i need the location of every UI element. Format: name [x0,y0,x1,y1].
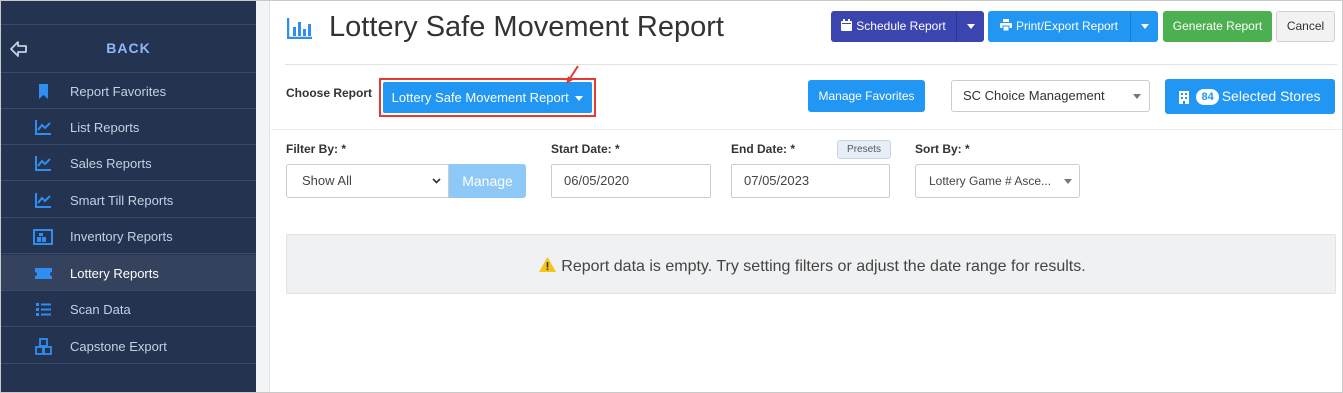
sidebar-item-report-favorites[interactable]: Report Favorites [1,73,256,109]
sidebar-gutter [256,1,270,392]
line-chart-icon [35,120,51,135]
choose-report-label: Choose Report [286,86,373,100]
manage-filter-button[interactable]: Manage [449,164,526,198]
store-group-select[interactable]: SC Choice Management [951,80,1150,112]
selected-report-label: Lottery Safe Movement Report [391,90,569,105]
sidebar-item-smart-till-reports[interactable]: Smart Till Reports [1,182,256,218]
manage-favorites-button[interactable]: Manage Favorites [808,80,925,112]
caret-down-icon [1140,24,1149,30]
empty-report-message-row: Report data is empty. Try setting filter… [287,256,1337,276]
filter-by-value: Show All [302,173,352,188]
sidebar-item-sales-reports[interactable]: Sales Reports [1,145,256,181]
generate-report-button[interactable]: Generate Report [1163,11,1272,42]
schedule-report-dropdown[interactable] [956,11,984,42]
bookmark-icon [39,84,48,99]
warning-icon [539,257,557,272]
filter-by-label: Filter By: * [286,142,347,156]
sidebar-item-lottery-reports[interactable]: Lottery Reports [1,255,256,291]
sidebar-item-label: Scan Data [70,302,131,317]
header-divider [285,64,1337,65]
warehouse-icon [33,229,53,245]
sidebar-item-label: Capstone Export [70,339,167,354]
caret-down-icon [575,96,584,102]
print-export-button[interactable]: Print/Export Report [988,11,1158,42]
building-icon [1179,90,1190,104]
app-window: BACK Report Favorites List Reports Sales… [0,0,1343,393]
printer-icon [999,19,1012,32]
selected-stores-button[interactable]: 84 Selected Stores [1165,79,1335,114]
caret-down-icon [1133,94,1141,99]
schedule-report-button[interactable]: Schedule Report [831,11,984,42]
ticket-icon [35,268,52,279]
bar-chart-icon [287,18,312,39]
sidebar-item-label: List Reports [70,120,140,135]
main-content: Lottery Safe Movement Report Schedule Re… [271,1,1342,392]
presets-button[interactable]: Presets [837,140,891,159]
start-date-label: Start Date: * [551,142,620,156]
empty-report-message: Report data is empty. Try setting filter… [561,258,1086,275]
selected-stores-label: Selected Stores [1221,88,1321,104]
sidebar-top-stub [1,1,256,25]
list-icon [36,303,51,316]
sort-by-select[interactable]: Lottery Game # Asce... [915,164,1080,198]
boxes-icon [35,338,52,355]
calendar-icon [841,19,853,31]
filter-by-select[interactable]: Show All [286,164,449,198]
report-select-dropdown[interactable]: Lottery Safe Movement Report [383,82,592,113]
end-date-label: End Date: * [731,142,796,156]
sort-by-label: Sort By: * [915,142,970,156]
sidebar-item-label: Smart Till Reports [70,193,174,208]
sidebar-item-inventory-reports[interactable]: Inventory Reports [1,218,256,254]
chevron-down-icon [432,178,441,184]
sidebar-item-capstone-export[interactable]: Capstone Export [1,328,256,364]
caret-down-icon [1064,179,1072,184]
annotation-arrow-icon [566,65,579,84]
sidebar-item-label: Lottery Reports [70,266,159,281]
print-export-dropdown[interactable] [1130,11,1158,42]
end-date-input[interactable]: 07/05/2023 [731,164,890,198]
filters-divider [271,129,1342,130]
page-title: Lottery Safe Movement Report [329,11,724,43]
caret-down-icon [966,24,975,30]
empty-report-alert: Report data is empty. Try setting filter… [286,234,1336,294]
back-label: BACK [106,40,151,56]
sidebar: BACK Report Favorites List Reports Sales… [1,1,256,392]
start-date-input[interactable]: 06/05/2020 [551,164,711,198]
sidebar-item-list-reports[interactable]: List Reports [1,109,256,145]
sidebar-item-scan-data[interactable]: Scan Data [1,291,256,327]
sidebar-item-label: Inventory Reports [70,229,173,244]
print-export-label: Print/Export Report [1015,19,1119,33]
back-button[interactable]: BACK [1,25,256,73]
schedule-report-label: Schedule Report [856,19,946,33]
cancel-button[interactable]: Cancel [1276,11,1335,42]
sidebar-item-label: Report Favorites [70,84,167,99]
sidebar-item-label: Sales Reports [70,156,152,171]
line-chart-icon [35,193,51,208]
line-chart-icon [35,156,51,171]
sort-by-value: Lottery Game # Asce... [929,174,1052,188]
store-group-value: SC Choice Management [963,88,1105,103]
store-count-badge: 84 [1196,89,1219,106]
